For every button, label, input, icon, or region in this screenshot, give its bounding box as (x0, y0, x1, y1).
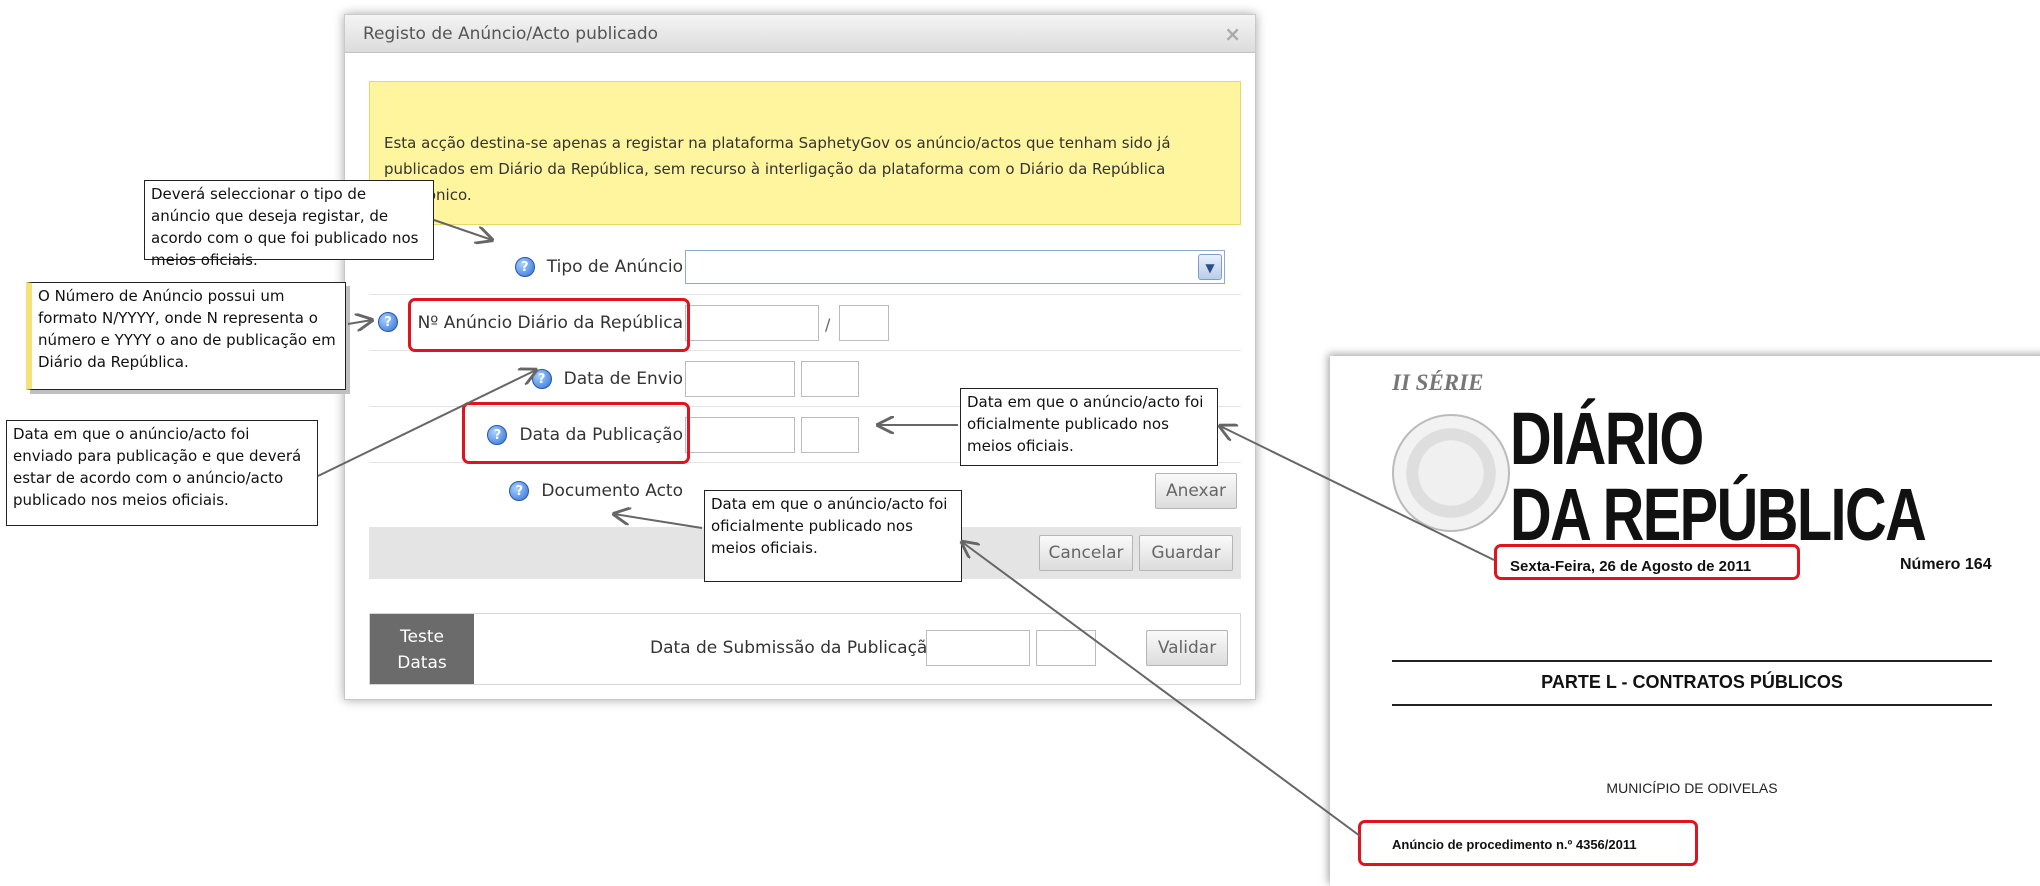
arrow-envio (317, 370, 536, 477)
arrow-newspaper-date (1220, 426, 1495, 561)
arrow-numero (347, 320, 372, 324)
arrow-newspaper-anuncio (962, 542, 1361, 837)
callout-arrows (317, 219, 1495, 837)
arrow-tipo (433, 219, 492, 240)
arrow-documento (614, 514, 703, 529)
